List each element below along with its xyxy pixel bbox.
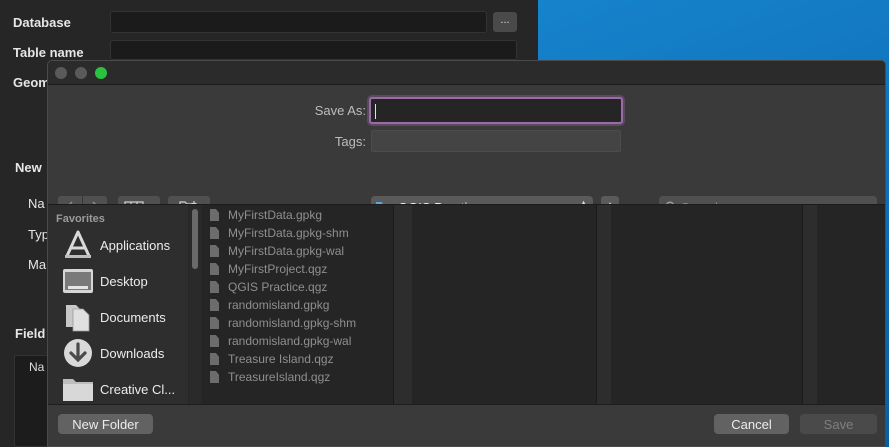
file-name: MyFirstProject.qgz	[228, 262, 328, 276]
sidebar-item-applications[interactable]: Applications	[62, 227, 186, 263]
database-label: Database	[13, 15, 71, 30]
file-name: randomisland.gpkg	[228, 298, 330, 312]
file-name: randomisland.gpkg-wal	[228, 334, 352, 348]
file-icon	[210, 209, 219, 221]
save-options-area: Save As: Tags: ▲ Search	[48, 85, 885, 221]
file-icon	[210, 317, 219, 329]
file-item[interactable]: MyFirstProject.qgz	[210, 260, 390, 278]
file-name: TreasureIsland.qgz	[228, 370, 331, 384]
file-item[interactable]: TreasureIsland.qgz	[210, 368, 390, 386]
column-divider[interactable]	[597, 205, 611, 405]
file-column: MyFirstData.gpkg MyFirstData.gpkg-shm My…	[202, 205, 400, 405]
file-icon	[210, 227, 219, 239]
file-icon	[210, 245, 219, 257]
sidebar-item-label: Desktop	[100, 273, 148, 289]
file-item[interactable]: randomisland.gpkg-shm	[210, 314, 390, 332]
tags-label: Tags:	[334, 134, 366, 149]
browse-database-button[interactable]: ...	[493, 12, 517, 32]
table-name-field[interactable]	[110, 40, 517, 60]
sidebar-item-documents[interactable]: Documents	[62, 299, 186, 335]
sidebar-item-downloads[interactable]: Downloads	[62, 335, 186, 371]
sidebar-item-creative-cloud[interactable]: Creative Cl...	[62, 371, 186, 405]
applications-icon	[62, 229, 94, 261]
new-folder-button[interactable]: New Folder	[58, 414, 153, 434]
file-name: MyFirstData.gpkg-shm	[228, 226, 349, 240]
file-icon	[210, 263, 219, 275]
database-field[interactable]	[110, 11, 487, 33]
save-as-label: Save As:	[314, 103, 366, 118]
cancel-button[interactable]: Cancel	[714, 414, 789, 434]
field-type-label: Typ	[28, 227, 49, 242]
sidebar-heading: Favorites	[56, 213, 105, 225]
file-item[interactable]: randomisland.gpkg	[210, 296, 390, 314]
sidebar-item-label: Applications	[100, 237, 171, 253]
documents-icon	[62, 301, 94, 333]
file-icon	[210, 371, 219, 383]
sidebar-scroll-thumb[interactable]	[192, 209, 198, 269]
file-name: MyFirstData.gpkg	[228, 208, 323, 222]
empty-column	[611, 205, 803, 405]
file-name: randomisland.gpkg-shm	[228, 316, 357, 330]
sidebar-scrollbar[interactable]	[189, 205, 201, 405]
text-caret	[375, 104, 376, 119]
title-bar	[48, 61, 885, 85]
fields-table[interactable]: Na	[14, 355, 48, 447]
sidebar-item-label: Documents	[100, 309, 166, 325]
fields-table-header: Na	[29, 360, 45, 374]
table-name-label: Table name	[13, 45, 84, 60]
file-icon	[210, 281, 219, 293]
sidebar-item-desktop[interactable]: Desktop	[62, 263, 186, 299]
file-icon	[210, 353, 219, 365]
file-name: QGIS Practice.qgz	[228, 280, 328, 294]
file-name: MyFirstData.gpkg-wal	[228, 244, 345, 258]
file-item[interactable]: QGIS Practice.qgz	[210, 278, 390, 296]
file-item[interactable]: randomisland.gpkg-wal	[210, 332, 390, 350]
fields-list-heading: Field	[15, 326, 46, 341]
folder-icon	[62, 373, 94, 405]
sidebar-item-label: Downloads	[100, 345, 165, 361]
empty-column	[817, 205, 885, 405]
file-icon	[210, 299, 219, 311]
zoom-window-button[interactable]	[95, 67, 107, 79]
file-item[interactable]: MyFirstData.gpkg-shm	[210, 224, 390, 242]
tags-input[interactable]	[371, 130, 621, 152]
field-name-label: Na	[28, 196, 45, 211]
downloads-icon	[62, 337, 94, 369]
sidebar-item-label: Creative Cl...	[100, 381, 176, 397]
file-browser: Favorites Applications Desktop Documents…	[48, 204, 885, 405]
sidebar: Favorites Applications Desktop Documents…	[48, 205, 188, 405]
column-divider[interactable]	[394, 205, 412, 405]
desktop-icon	[62, 265, 94, 297]
column-divider[interactable]	[803, 205, 817, 405]
file-item[interactable]: MyFirstData.gpkg-wal	[210, 242, 390, 260]
save-button[interactable]: Save	[800, 414, 877, 434]
save-as-input[interactable]	[369, 97, 623, 124]
geometry-type-label: Geom	[13, 75, 50, 90]
new-field-heading: New	[15, 160, 42, 175]
max-length-label: Ma	[28, 257, 47, 272]
file-item[interactable]: Treasure Island.qgz	[210, 350, 390, 368]
file-item[interactable]: MyFirstData.gpkg	[210, 206, 390, 224]
file-name: Treasure Island.qgz	[228, 352, 334, 366]
minimize-window-button[interactable]	[75, 67, 87, 79]
action-bar: New Folder Cancel Save	[48, 404, 885, 446]
file-icon	[210, 335, 219, 347]
empty-column	[412, 205, 597, 405]
close-window-button[interactable]	[55, 67, 67, 79]
save-dialog: Save As: Tags: ▲ Search Favorites Applic…	[47, 60, 886, 447]
